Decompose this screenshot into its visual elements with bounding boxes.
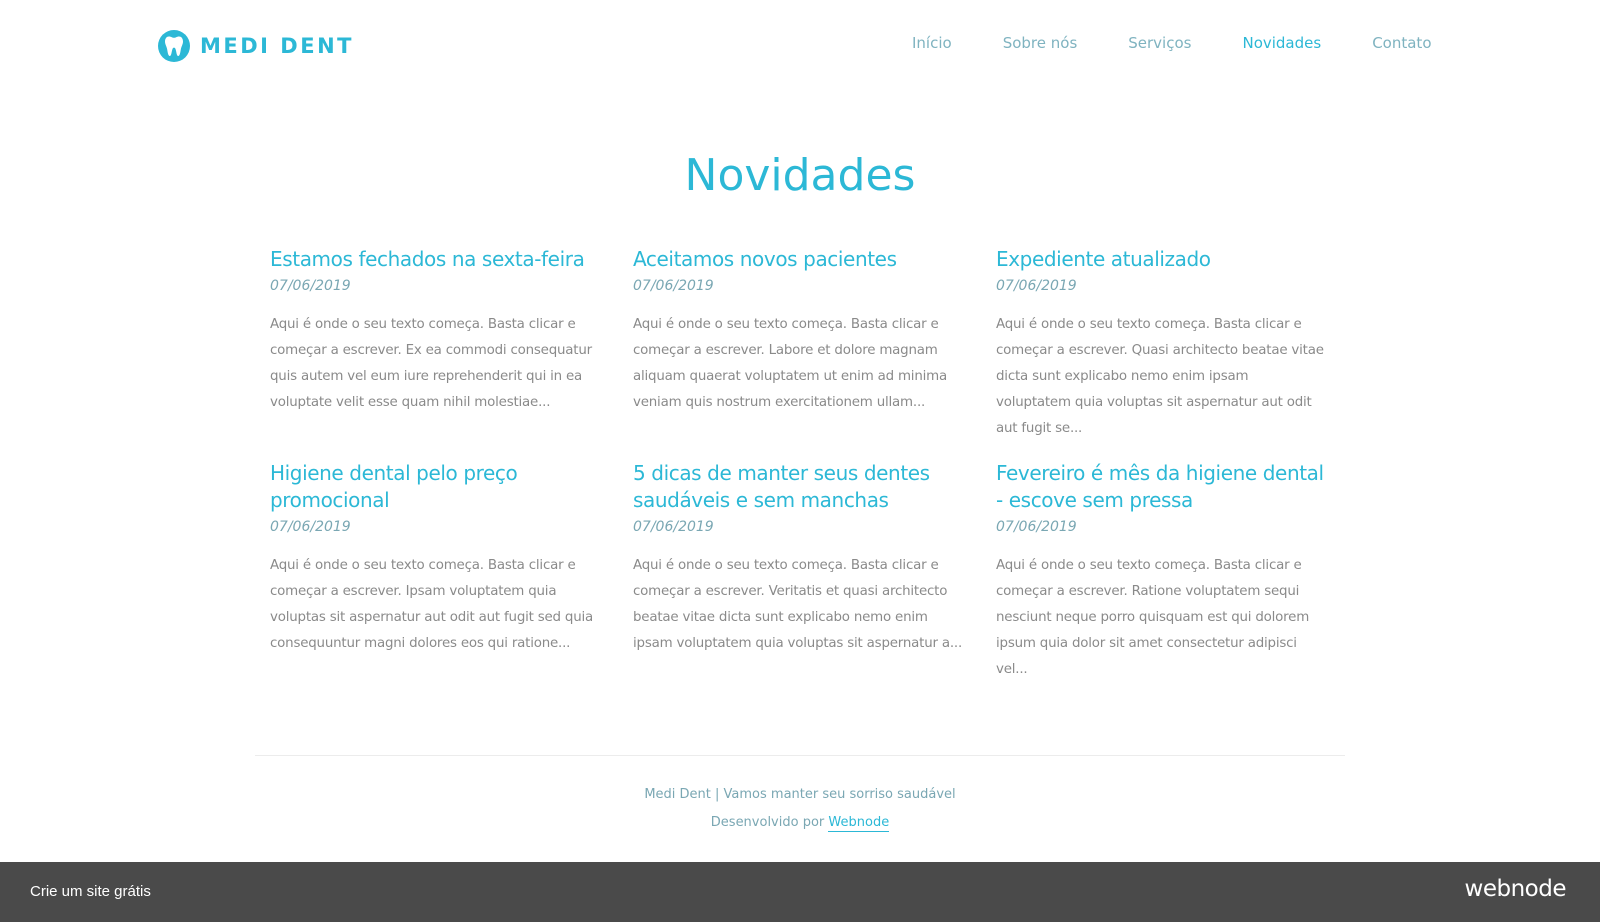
article-card: Higiene dental pelo preço promocional 07… <box>270 460 600 657</box>
footer-powered-by: Desenvolvido por Webnode <box>0 815 1600 832</box>
nav-item-servicos[interactable]: Serviços <box>1128 34 1191 54</box>
nav-item-novidades[interactable]: Novidades <box>1242 34 1321 54</box>
article-date: 07/06/2019 <box>633 278 714 294</box>
webnode-logo[interactable]: webnode <box>1465 876 1567 902</box>
article-date: 07/06/2019 <box>996 519 1077 535</box>
article-title-link[interactable]: Expediente atualizado <box>996 246 1326 273</box>
site-logo[interactable]: MEDI DENT <box>158 29 354 63</box>
article-excerpt: Aqui é onde o seu texto começa. Basta cl… <box>633 558 963 651</box>
page-title: Novidades <box>684 150 916 201</box>
article-excerpt: Aqui é onde o seu texto começa. Basta cl… <box>270 558 594 651</box>
main-nav: Início Sobre nós Serviços Novidades Cont… <box>912 34 1432 54</box>
article-title-link[interactable]: Fevereiro é mês da higiene dental - esco… <box>996 460 1326 514</box>
footer-divider <box>255 755 1345 756</box>
nav-item-sobre-nos[interactable]: Sobre nós <box>1003 34 1078 54</box>
article-title-link[interactable]: Aceitamos novos pacientes <box>633 246 963 273</box>
article-excerpt: Aqui é onde o seu texto começa. Basta cl… <box>996 317 1324 436</box>
article-title-link[interactable]: Estamos fechados na sexta-feira <box>270 246 600 273</box>
create-free-site-link[interactable]: Crie um site grátis <box>30 883 151 900</box>
webnode-link[interactable]: Webnode <box>828 815 890 832</box>
site-header: MEDI DENT Início Sobre nós Serviços Novi… <box>0 0 1600 90</box>
nav-item-contato[interactable]: Contato <box>1372 34 1431 54</box>
footer-tagline-text: Medi Dent | Vamos manter seu sorriso sau… <box>644 787 956 802</box>
site-logo-text: MEDI DENT <box>200 34 354 58</box>
article-date: 07/06/2019 <box>270 519 351 535</box>
footer-powered-prefix: Desenvolvido por <box>710 815 825 830</box>
article-date: 07/06/2019 <box>633 519 714 535</box>
tooth-icon <box>158 30 190 62</box>
article-excerpt: Aqui é onde o seu texto começa. Basta cl… <box>270 317 592 410</box>
footer-tagline: Medi Dent | Vamos manter seu sorriso sau… <box>0 787 1600 802</box>
article-card: Fevereiro é mês da higiene dental - esco… <box>996 460 1326 683</box>
article-date: 07/06/2019 <box>270 278 351 294</box>
article-card: Aceitamos novos pacientes 07/06/2019 Aqu… <box>633 246 963 416</box>
article-date: 07/06/2019 <box>996 278 1077 294</box>
nav-item-inicio[interactable]: Início <box>912 34 952 54</box>
article-card: 5 dicas de manter seus dentes saudáveis … <box>633 460 963 657</box>
article-title-link[interactable]: 5 dicas de manter seus dentes saudáveis … <box>633 460 963 514</box>
article-card: Expediente atualizado 07/06/2019 Aqui é … <box>996 246 1326 442</box>
promo-bar: Crie um site grátis webnode <box>0 862 1600 922</box>
article-card: Estamos fechados na sexta-feira 07/06/20… <box>270 246 600 416</box>
article-excerpt: Aqui é onde o seu texto começa. Basta cl… <box>633 317 947 410</box>
article-excerpt: Aqui é onde o seu texto começa. Basta cl… <box>996 558 1310 677</box>
article-title-link[interactable]: Higiene dental pelo preço promocional <box>270 460 600 514</box>
